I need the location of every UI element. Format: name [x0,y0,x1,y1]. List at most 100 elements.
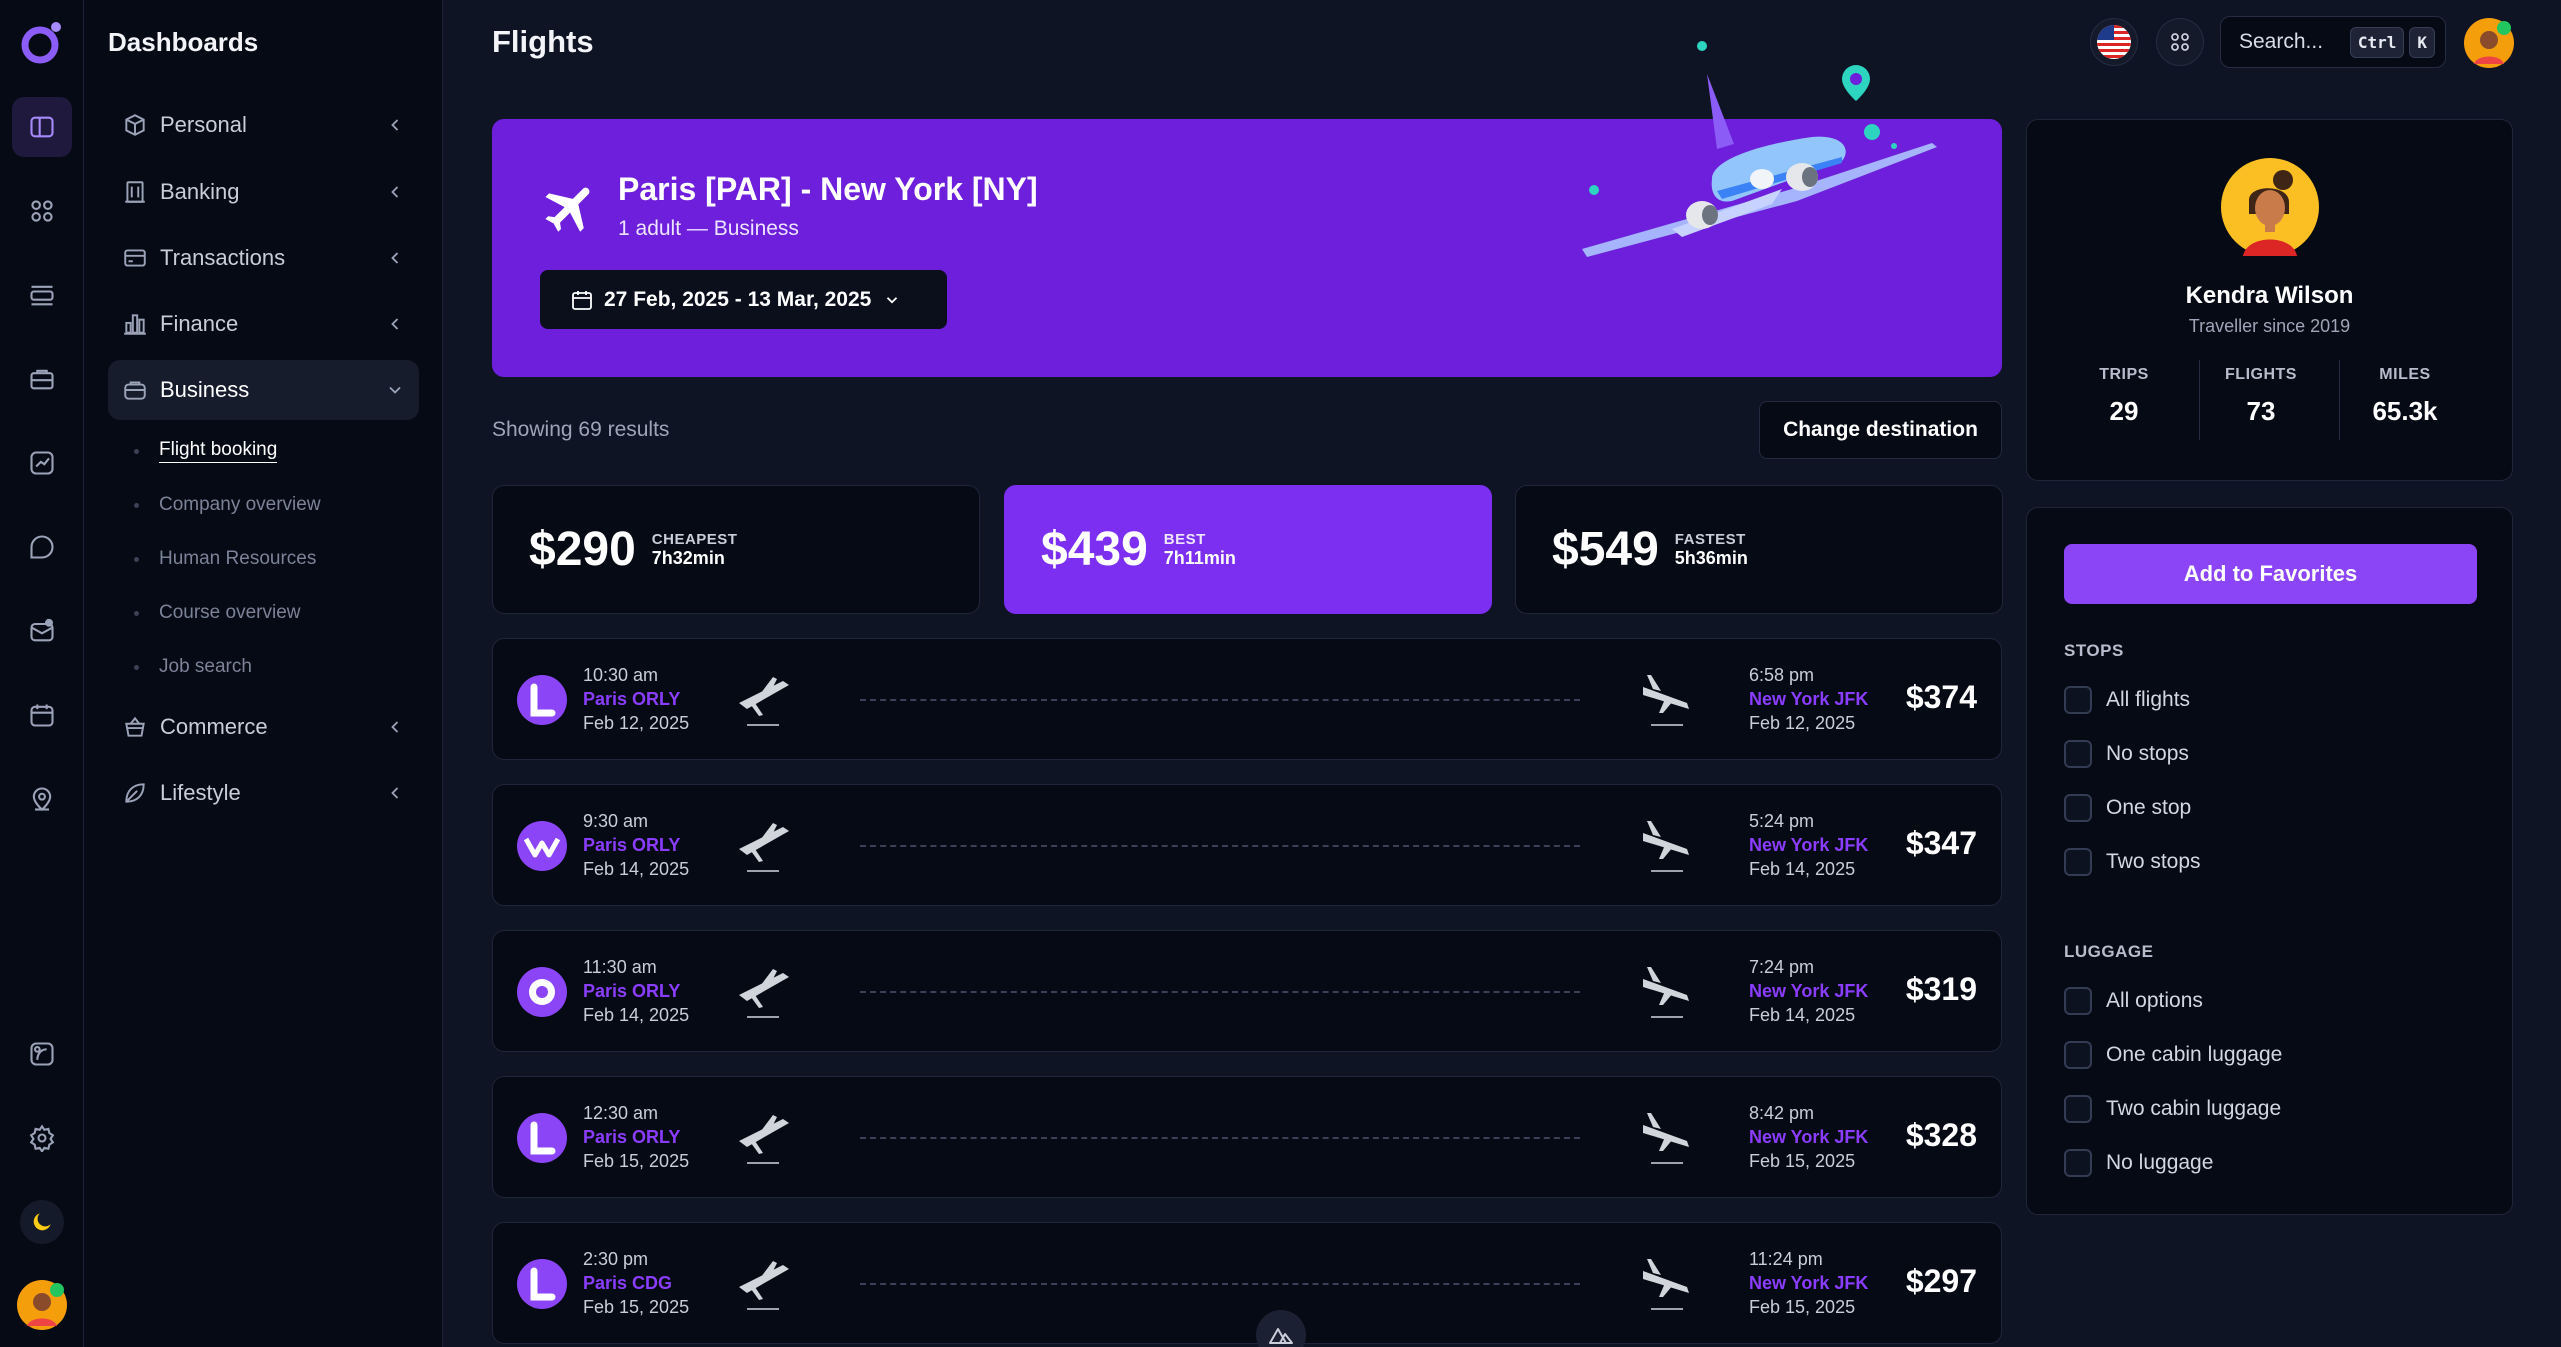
add-to-favorites-button[interactable]: Add to Favorites [2064,544,2477,604]
calendar-icon [572,290,592,310]
checkbox[interactable] [2064,794,2092,822]
map-pin-icon[interactable] [12,769,72,829]
bullet-dot [134,664,139,670]
nuxt-logo-icon [1269,1328,1293,1344]
sidebar-item-label: Lifestyle [160,780,241,805]
airline-logo-l [517,675,567,725]
landing-icon [1643,1113,1689,1164]
sidebar-item-personal[interactable]: Personal [108,95,419,155]
language-flag-button[interactable] [2090,18,2138,66]
checkbox[interactable] [2064,1041,2092,1069]
submenu-item-course-overview[interactable]: Course overview [134,596,301,630]
stat-label: FLIGHTS [2225,366,2297,383]
kbd-ctrl: Ctrl [2349,26,2405,58]
sidebar-item-lifestyle[interactable]: Lifestyle [108,763,419,823]
checkbox[interactable] [2064,1149,2092,1177]
checkbox[interactable] [2064,740,2092,768]
design-icon[interactable] [12,1024,72,1084]
profile-name: Kendra Wilson [2185,282,2354,309]
flight-row[interactable]: 10:30 am Paris ORLY Feb 12, 2025 6:58 pm Ne… [492,638,2002,760]
briefcase-icon[interactable] [12,349,72,409]
landing-icon [1643,1259,1689,1310]
date-range-picker[interactable]: 27 Feb, 2025 - 13 Mar, 2025 [540,270,947,329]
sidebar-item-business[interactable]: Business [108,360,419,420]
flight-row[interactable]: 12:30 am Paris ORLY Feb 15, 2025 8:42 pm Ne… [492,1076,2002,1198]
departure-airport: Paris ORLY [583,835,681,855]
checkbox[interactable] [2064,848,2092,876]
sidebar-item-label: Personal [160,112,247,137]
submenu-item-flight-booking[interactable]: Flight booking [134,434,278,468]
arrival-airport: New York JFK [1749,835,1869,855]
submenu-item-human-resources[interactable]: Human Resources [134,542,316,576]
luggage-option-none[interactable]: No luggage [2064,1149,2213,1177]
change-destination-button[interactable]: Change destination [1759,401,2002,459]
stops-option-two[interactable]: Two stops [2064,848,2201,876]
profile-avatar [2221,158,2319,256]
flight-price: $347 [1905,825,1977,861]
arrival-time: 8:42 pm [1749,1103,1815,1123]
price-value: $549 [1552,523,1659,576]
checkbox[interactable] [2064,686,2092,714]
bullet-dot [134,448,139,454]
sidebar-item-label: Banking [160,179,240,204]
flight-price: $374 [1905,679,1977,715]
sidebar-item-label: Commerce [160,714,268,739]
stops-option-all[interactable]: All flights [2064,686,2190,714]
arrival-airport: New York JFK [1749,1273,1869,1293]
price-card-fastest[interactable]: $549 Fastest 5h36min [1515,485,2003,614]
price-card-cheapest[interactable]: $290 Cheapest 7h32min [492,485,980,614]
stops-option-one[interactable]: One stop [2064,794,2191,822]
sidebar-item-label: Transactions [160,245,286,270]
chart-icon[interactable] [12,433,72,493]
submenu-item-company-overview[interactable]: Company overview [134,488,321,522]
flight-row[interactable]: 11:30 am Paris ORLY Feb 14, 2025 7:24 pm Ne… [492,930,2002,1052]
sidebar-item-finance[interactable]: Finance [108,294,419,354]
bullet-dot [134,556,139,562]
departure-time: 9:30 am [583,811,649,831]
flight-row[interactable]: 2:30 pm Paris CDG Feb 15, 2025 11:24 pm New… [492,1222,2002,1344]
checkbox[interactable] [2064,1095,2092,1123]
user-avatar[interactable] [17,1280,67,1330]
submenu-item-job-search[interactable]: Job search [134,650,252,684]
arrival-time: 11:24 pm [1749,1249,1823,1269]
sidebar-item-transactions[interactable]: Transactions [108,228,419,288]
luggage-option-one-cabin[interactable]: One cabin luggage [2064,1041,2282,1069]
landing-icon [1643,821,1689,872]
moon-icon[interactable] [20,1200,64,1244]
list-icon[interactable] [12,265,72,325]
route-dashed-line [860,1137,1580,1139]
mail-icon[interactable] [12,601,72,661]
grid-icon[interactable] [12,181,72,241]
luggage-option-two-cabin[interactable]: Two cabin luggage [2064,1095,2281,1123]
submenu-label: Job search [159,656,252,677]
departure-airport: Paris ORLY [583,981,681,1001]
landing-icon [1643,967,1689,1018]
app-logo[interactable] [18,18,66,66]
chat-icon[interactable] [12,517,72,577]
stops-option-none[interactable]: No stops [2064,740,2189,768]
route-dashed-line [860,991,1580,993]
search-input[interactable]: Search... Ctrl K [2220,16,2446,68]
dashboard-icon[interactable] [12,97,72,157]
passenger-class: 1 adult — Business [618,217,799,240]
calendar-icon[interactable] [12,685,72,745]
flight-row[interactable]: 9:30 am Paris ORLY Feb 14, 2025 5:24 pm New… [492,784,2002,906]
apps-grid-button[interactable] [2156,18,2204,66]
checkbox[interactable] [2064,987,2092,1015]
menu-sidebar: Dashboards Personal Banking Transactions… [84,0,443,1347]
stat-value: 65.3k [2372,396,2438,426]
search-placeholder: Search... [2239,30,2324,53]
price-card-best[interactable]: $439 Best 7h11min [1004,485,1492,614]
departure-time: 2:30 pm [583,1249,649,1269]
option-label: All flights [2106,688,2191,711]
luggage-option-all[interactable]: All options [2064,987,2203,1015]
departure-airport: Paris CDG [583,1273,673,1293]
apps-grid-icon [2171,33,2189,51]
flight-price: $297 [1905,1263,1977,1299]
sidebar-item-banking[interactable]: Banking [108,162,419,222]
settings-icon[interactable] [12,1108,72,1168]
sidebar-item-commerce[interactable]: Commerce [108,697,419,757]
departure-date: Feb 14, 2025 [583,1005,690,1025]
profile-avatar-button[interactable] [2464,18,2514,68]
airline-logo-l [517,1259,567,1309]
